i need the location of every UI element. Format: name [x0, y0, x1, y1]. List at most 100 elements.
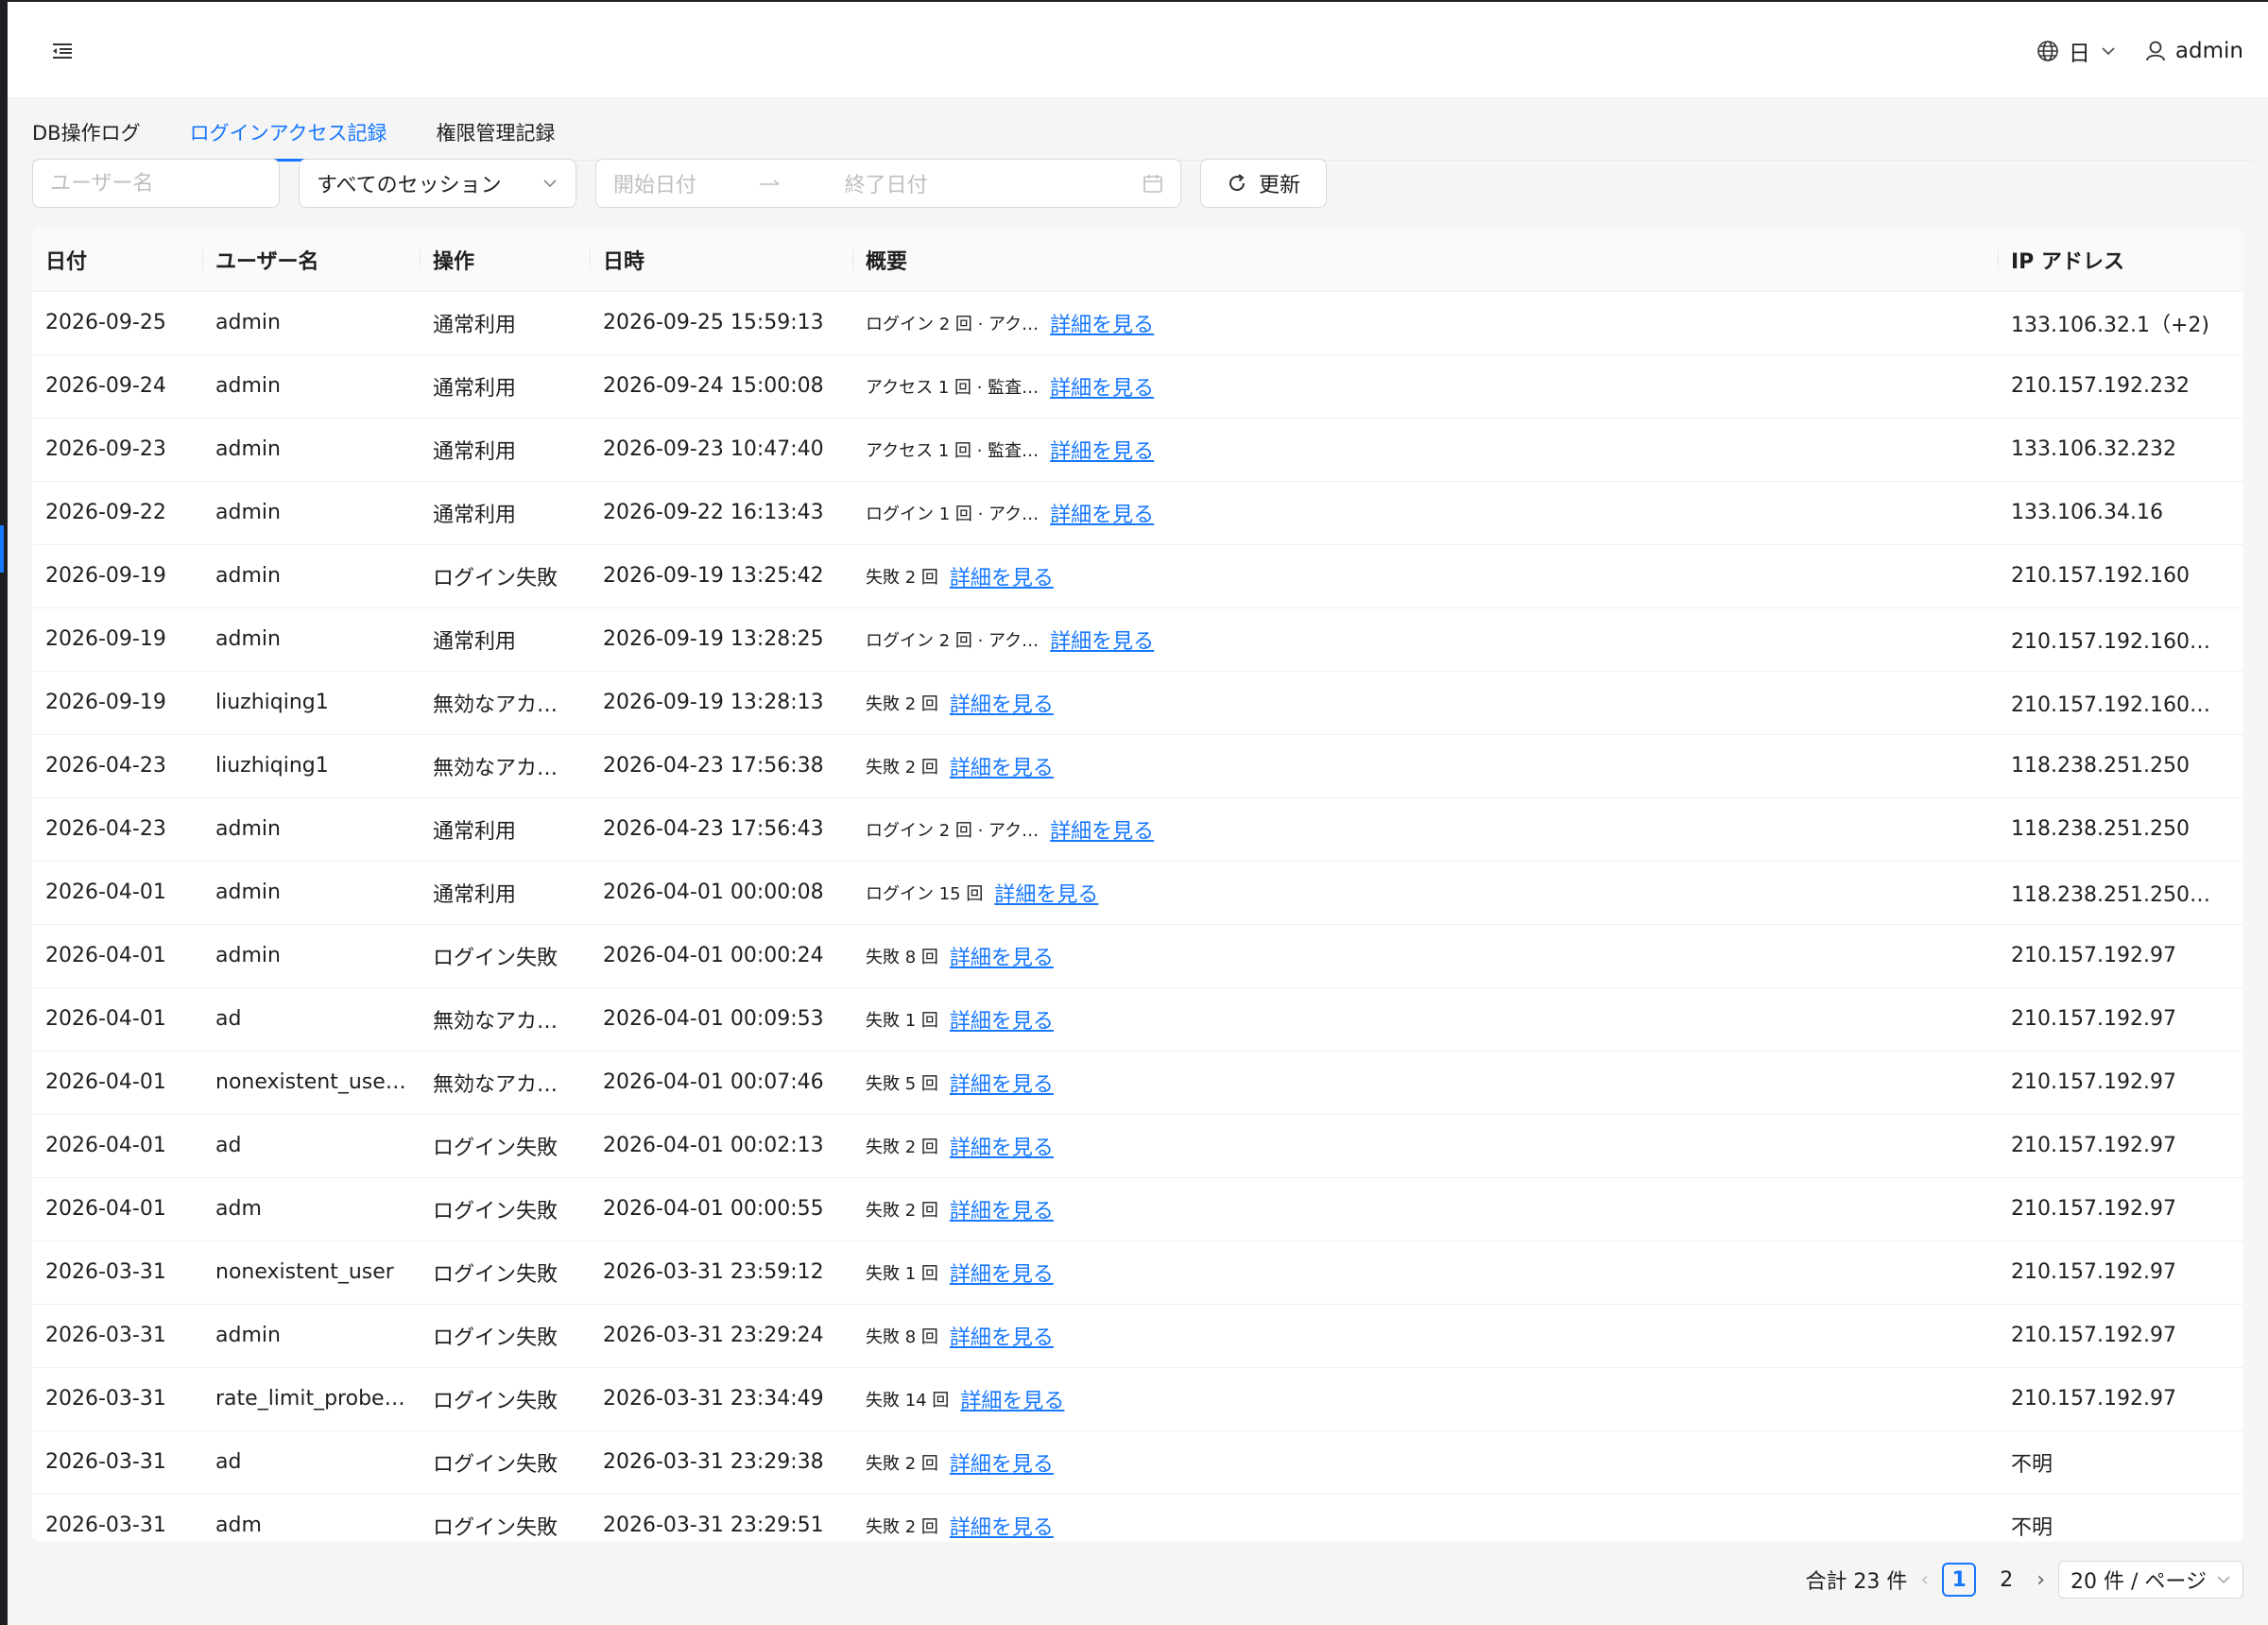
datetime-cell: 2026-04-23 17:56:38	[590, 734, 852, 798]
summary-text: 失敗 2 回	[866, 567, 938, 588]
date-cell: 2026-04-01	[32, 1051, 202, 1115]
datetime-cell: 2026-03-31 23:29:51	[590, 1494, 852, 1542]
date-cell: 2026-03-31	[32, 1494, 202, 1542]
username-cell: admin	[202, 607, 420, 672]
log-tabs: DB操作ログ ログインアクセス記録 権限管理記録	[32, 111, 2253, 162]
date-range-picker[interactable]: 開始日付 終了日付	[595, 159, 1181, 208]
operation-cell: 無効なアカウ…	[420, 1051, 590, 1115]
username-field[interactable]	[32, 159, 280, 208]
view-details-link[interactable]: 詳細を見る	[1050, 820, 1154, 844]
tab-db-operation-log[interactable]: DB操作ログ	[32, 111, 141, 161]
tab-permission-log[interactable]: 権限管理記録	[437, 111, 556, 161]
view-details-link[interactable]: 詳細を見る	[950, 1137, 1054, 1160]
calendar-icon	[1143, 173, 1163, 194]
ip-cell: 118.238.251.250（+...	[1998, 861, 2243, 925]
view-details-link[interactable]: 詳細を見る	[1050, 630, 1154, 654]
operation-cell: ログイン失敗	[420, 1240, 590, 1305]
operation-cell: 通常利用	[420, 291, 590, 355]
datetime-cell: 2026-04-01 00:00:55	[590, 1177, 852, 1241]
table-row: 2026-03-31 adm ログイン失敗 2026-03-31 23:29:51 失敗…	[32, 1494, 2243, 1542]
tab-login-access-log[interactable]: ログインアクセス記録	[189, 111, 387, 162]
view-details-link[interactable]: 詳細を見る	[950, 1453, 1054, 1477]
view-details-link[interactable]: 詳細を見る	[1050, 314, 1154, 337]
summary-cell: アクセス 1 回 · 監査… 詳細を見る	[852, 418, 1998, 482]
top-header: 日 admin	[8, 0, 2268, 98]
datetime-cell: 2026-09-19 13:28:13	[590, 671, 852, 735]
summary-cell: 失敗 8 回詳細を見る	[852, 1304, 1998, 1368]
operation-cell: 通常利用	[420, 418, 590, 482]
summary-text: 失敗 8 回	[866, 1326, 938, 1347]
view-details-link[interactable]: 詳細を見る	[950, 1073, 1054, 1097]
summary-cell: ログイン 2 回 · アク… 詳細を見る	[852, 797, 1998, 862]
view-details-link[interactable]: 詳細を見る	[1050, 377, 1154, 401]
datetime-cell: 2026-09-19 13:25:42	[590, 544, 852, 608]
view-details-link[interactable]: 詳細を見る	[950, 693, 1054, 717]
summary-cell: 失敗 14 回詳細を見る	[852, 1367, 1998, 1431]
column-header-summary[interactable]: 概要	[852, 229, 1998, 292]
column-header-operation[interactable]: 操作	[420, 229, 590, 292]
table-row: 2026-04-01 nonexistent_user… 無効なアカウ… 2026-0…	[32, 1051, 2243, 1115]
view-details-link[interactable]: 詳細を見る	[950, 567, 1054, 590]
summary-text: アクセス 1 回 · 監査…	[866, 377, 1040, 398]
start-date-input[interactable]: 開始日付	[613, 168, 696, 198]
language-switcher[interactable]: 日	[2036, 35, 2117, 67]
column-header-ip[interactable]: IP アドレス	[1998, 229, 2243, 292]
column-header-datetime[interactable]: 日時	[590, 229, 852, 292]
view-details-link[interactable]: 詳細を見る	[950, 1516, 1054, 1540]
summary-cell: ログイン 1 回 · アク… 詳細を見る	[852, 481, 1998, 545]
table-row: 2026-03-31 admin ログイン失敗 2026-03-31 23:29:24…	[32, 1304, 2243, 1368]
table-row: 2026-04-23 admin 通常利用 2026-04-23 17:56:43 ログ…	[32, 797, 2243, 862]
summary-cell: 失敗 2 回詳細を見る	[852, 734, 1998, 798]
column-header-date[interactable]: 日付	[32, 229, 202, 292]
summary-text: 失敗 2 回	[866, 693, 938, 714]
ip-cell: 133.106.34.16	[1998, 481, 2243, 545]
page-1-button[interactable]: 1	[1942, 1563, 1977, 1597]
menu-fold-icon[interactable]	[43, 36, 81, 66]
ip-cell: 210.157.192.97	[1998, 1051, 2243, 1115]
view-details-link[interactable]: 詳細を見る	[1050, 440, 1154, 464]
chevron-down-icon	[2100, 45, 2117, 57]
summary-cell: ログイン 2 回 · アク… 詳細を見る	[852, 291, 1998, 355]
datetime-cell: 2026-03-31 23:34:49	[590, 1367, 852, 1431]
view-details-link[interactable]: 詳細を見る	[950, 1326, 1054, 1350]
refresh-button[interactable]: 更新	[1200, 159, 1327, 208]
page-size-select[interactable]: 20 件 / ページ	[2058, 1561, 2243, 1599]
view-details-link[interactable]: 詳細を見る	[950, 1010, 1054, 1034]
date-cell: 2026-04-23	[32, 797, 202, 862]
page-2-button[interactable]: 2	[1989, 1563, 2023, 1597]
user-menu[interactable]: admin	[2145, 39, 2243, 63]
username-cell: adm	[202, 1494, 420, 1542]
prev-page-icon[interactable]: ‹	[1920, 1568, 1929, 1592]
table-row: 2026-04-01 ad ログイン失敗 2026-04-01 00:02:13 失敗 …	[32, 1114, 2243, 1178]
end-date-input[interactable]: 終了日付	[845, 168, 1081, 198]
summary-text: 失敗 8 回	[866, 947, 938, 967]
sidebar-edge	[0, 0, 8, 1625]
ip-cell: 210.157.192.97	[1998, 1114, 2243, 1178]
view-details-link[interactable]: 詳細を見る	[1050, 504, 1154, 527]
next-page-icon[interactable]: ›	[2036, 1568, 2045, 1592]
summary-cell: 失敗 1 回詳細を見る	[852, 1240, 1998, 1305]
view-details-link[interactable]: 詳細を見る	[994, 883, 1098, 907]
summary-text: アクセス 1 回 · 監査…	[866, 440, 1040, 461]
operation-cell: 通常利用	[420, 607, 590, 672]
view-details-link[interactable]: 詳細を見る	[950, 757, 1054, 780]
date-cell: 2026-09-19	[32, 671, 202, 735]
ip-cell: 210.157.192.97	[1998, 987, 2243, 1052]
table-header-row: 日付 ユーザー名 操作 日時 概要 IP アドレス	[32, 229, 2243, 292]
username-cell: admin	[202, 924, 420, 988]
table-row: 2026-04-01 admin ログイン失敗 2026-04-01 00:00:24…	[32, 924, 2243, 988]
date-cell: 2026-03-31	[32, 1367, 202, 1431]
view-details-link[interactable]: 詳細を見る	[950, 1263, 1054, 1287]
username-input[interactable]	[50, 171, 262, 196]
reload-icon	[1227, 173, 1247, 194]
summary-cell: 失敗 8 回詳細を見る	[852, 924, 1998, 988]
session-select[interactable]: すべてのセッション	[299, 159, 576, 208]
view-details-link[interactable]: 詳細を見る	[950, 947, 1054, 970]
datetime-cell: 2026-09-22 16:13:43	[590, 481, 852, 545]
column-header-username[interactable]: ユーザー名	[202, 229, 420, 292]
view-details-link[interactable]: 詳細を見る	[950, 1200, 1054, 1223]
view-details-link[interactable]: 詳細を見る	[960, 1390, 1064, 1413]
summary-cell: ログイン 2 回 · アク… 詳細を見る	[852, 607, 1998, 672]
datetime-cell: 2026-09-23 10:47:40	[590, 418, 852, 482]
date-cell: 2026-04-01	[32, 1177, 202, 1241]
